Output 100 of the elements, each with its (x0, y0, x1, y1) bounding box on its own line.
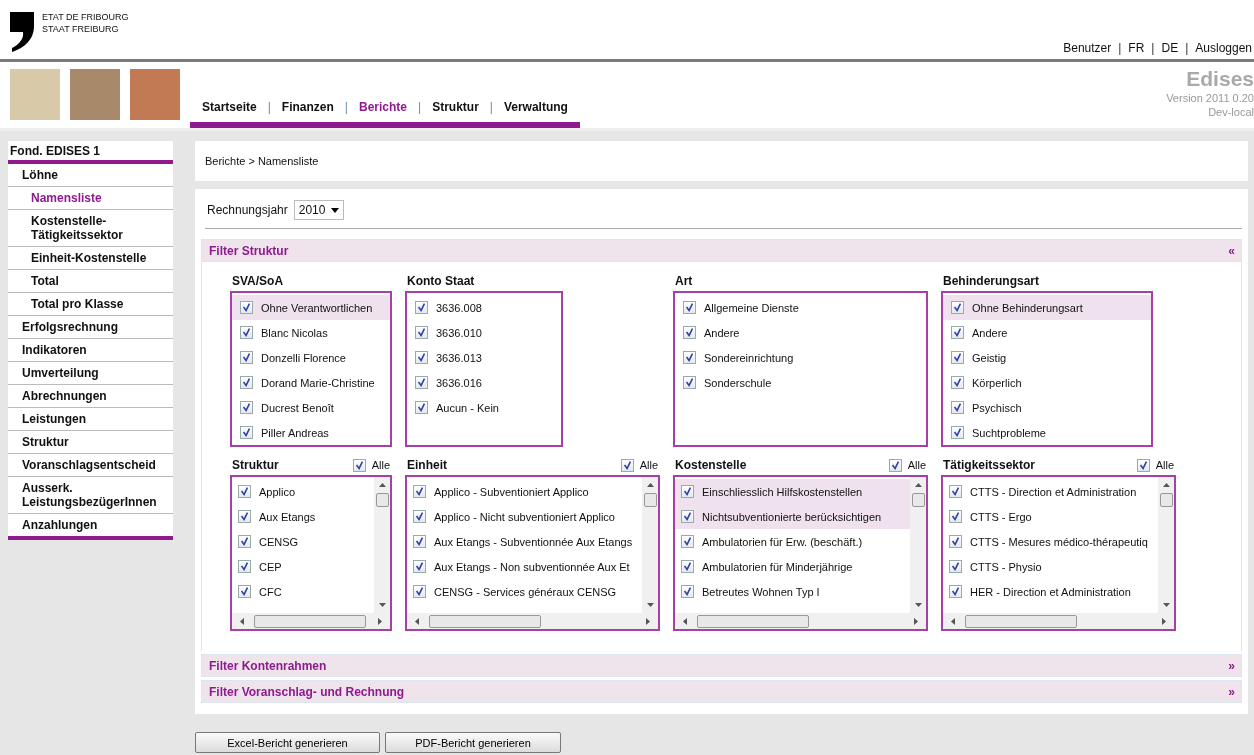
right-arrow-icon[interactable] (378, 617, 382, 625)
scroll-thumb[interactable] (911, 493, 925, 507)
nav-tab[interactable]: Finanzen (281, 100, 334, 114)
report-button[interactable]: Excel-Bericht generieren (195, 732, 380, 753)
vertical-scrollbar[interactable] (642, 477, 658, 613)
scroll-thumb[interactable] (697, 614, 809, 628)
checkbox[interactable] (415, 326, 428, 339)
right-arrow-icon[interactable] (646, 617, 650, 625)
checkbox[interactable] (415, 376, 428, 389)
checkbox[interactable] (238, 485, 251, 498)
checkbox[interactable] (620, 458, 634, 472)
sidebar-item[interactable]: Total (8, 270, 173, 293)
checkbox[interactable] (951, 426, 964, 439)
sidebar-item[interactable]: Abrechnungen (8, 385, 173, 408)
checkbox[interactable] (681, 585, 694, 598)
up-arrow-icon[interactable] (914, 483, 922, 487)
checkbox[interactable] (413, 485, 426, 498)
checkbox[interactable] (681, 485, 694, 498)
up-arrow-icon[interactable] (378, 483, 386, 487)
down-arrow-icon[interactable] (1162, 603, 1170, 607)
checkbox[interactable] (240, 376, 253, 389)
left-arrow-icon[interactable] (951, 617, 955, 625)
sidebar-item[interactable]: Löhne (8, 164, 173, 187)
scroll-thumb[interactable] (375, 493, 389, 507)
scroll-thumb[interactable] (254, 614, 366, 628)
checkbox[interactable] (949, 485, 962, 498)
vertical-scrollbar[interactable] (374, 477, 390, 613)
checkbox[interactable] (1136, 458, 1150, 472)
sidebar-item[interactable]: Struktur (8, 431, 173, 454)
checkbox[interactable] (949, 535, 962, 548)
sidebar-item[interactable]: Kostenstelle-Tätigkeitssektor (8, 210, 173, 247)
top-link[interactable]: Ausloggen (1195, 41, 1252, 55)
sidebar-item[interactable]: Indikatoren (8, 339, 173, 362)
vertical-scrollbar[interactable] (910, 477, 926, 613)
right-arrow-icon[interactable] (914, 617, 918, 625)
sidebar-item[interactable]: Umverteilung (8, 362, 173, 385)
report-button[interactable]: PDF-Bericht generieren (385, 732, 561, 753)
checkbox[interactable] (240, 326, 253, 339)
checkbox[interactable] (238, 560, 251, 573)
checkbox[interactable] (681, 560, 694, 573)
nav-tab[interactable]: Berichte (358, 100, 407, 114)
right-arrow-icon[interactable] (1162, 617, 1166, 625)
checkbox[interactable] (238, 535, 251, 548)
nav-tab[interactable]: Verwaltung (503, 100, 568, 114)
left-arrow-icon[interactable] (683, 617, 687, 625)
nav-tab[interactable]: Struktur (432, 100, 479, 114)
checkbox[interactable] (888, 458, 902, 472)
nav-tab[interactable]: Startseite (202, 100, 257, 114)
down-arrow-icon[interactable] (646, 603, 654, 607)
filter-header[interactable]: Filter Struktur « (201, 239, 1242, 262)
sidebar-item[interactable]: Erfolgsrechnung (8, 316, 173, 339)
checkbox[interactable] (951, 326, 964, 339)
left-arrow-icon[interactable] (415, 617, 419, 625)
sidebar-item[interactable]: Leistungen (8, 408, 173, 431)
top-link[interactable]: DE (1161, 41, 1179, 55)
sidebar-item[interactable]: Anzahlungen (8, 514, 173, 540)
down-arrow-icon[interactable] (914, 603, 922, 607)
horizontal-scrollbar[interactable] (675, 613, 926, 629)
checkbox[interactable] (413, 560, 426, 573)
toggle-icon[interactable]: » (1228, 684, 1235, 699)
up-arrow-icon[interactable] (1162, 483, 1170, 487)
sidebar-item[interactable]: Einheit-Kostenstelle (8, 247, 173, 270)
scroll-thumb[interactable] (965, 614, 1077, 628)
checkbox[interactable] (683, 326, 696, 339)
checkbox[interactable] (413, 510, 426, 523)
top-link[interactable]: FR (1128, 41, 1145, 55)
checkbox[interactable] (951, 301, 964, 314)
top-link[interactable]: Benutzer (1063, 41, 1112, 55)
checkbox[interactable] (238, 585, 251, 598)
checkbox[interactable] (240, 301, 253, 314)
sidebar-item[interactable]: Voranschlagsentscheid (8, 454, 173, 477)
scroll-thumb[interactable] (429, 614, 541, 628)
year-select[interactable]: 2010 (293, 200, 344, 220)
checkbox[interactable] (240, 401, 253, 414)
checkbox[interactable] (240, 351, 253, 364)
filter-header[interactable]: Filter Voranschlag- und Rechnung » (201, 680, 1242, 703)
horizontal-scrollbar[interactable] (943, 613, 1174, 629)
sidebar-item[interactable]: Total pro Klasse (8, 293, 173, 316)
checkbox[interactable] (949, 585, 962, 598)
checkbox[interactable] (683, 351, 696, 364)
checkbox[interactable] (681, 535, 694, 548)
checkbox[interactable] (949, 510, 962, 523)
checkbox[interactable] (951, 376, 964, 389)
horizontal-scrollbar[interactable] (407, 613, 658, 629)
scroll-thumb[interactable] (1159, 493, 1173, 507)
checkbox[interactable] (413, 535, 426, 548)
checkbox[interactable] (949, 560, 962, 573)
checkbox[interactable] (683, 301, 696, 314)
left-arrow-icon[interactable] (240, 617, 244, 625)
up-arrow-icon[interactable] (646, 483, 654, 487)
checkbox[interactable] (681, 510, 694, 523)
checkbox[interactable] (415, 301, 428, 314)
down-arrow-icon[interactable] (378, 603, 386, 607)
sidebar-item[interactable]: Namensliste (8, 187, 173, 210)
checkbox[interactable] (683, 376, 696, 389)
checkbox[interactable] (240, 426, 253, 439)
scroll-thumb[interactable] (643, 493, 657, 507)
sidebar-item[interactable]: Ausserk. LeistungsbezügerInnen (8, 477, 173, 514)
checkbox[interactable] (951, 351, 964, 364)
checkbox[interactable] (352, 458, 366, 472)
